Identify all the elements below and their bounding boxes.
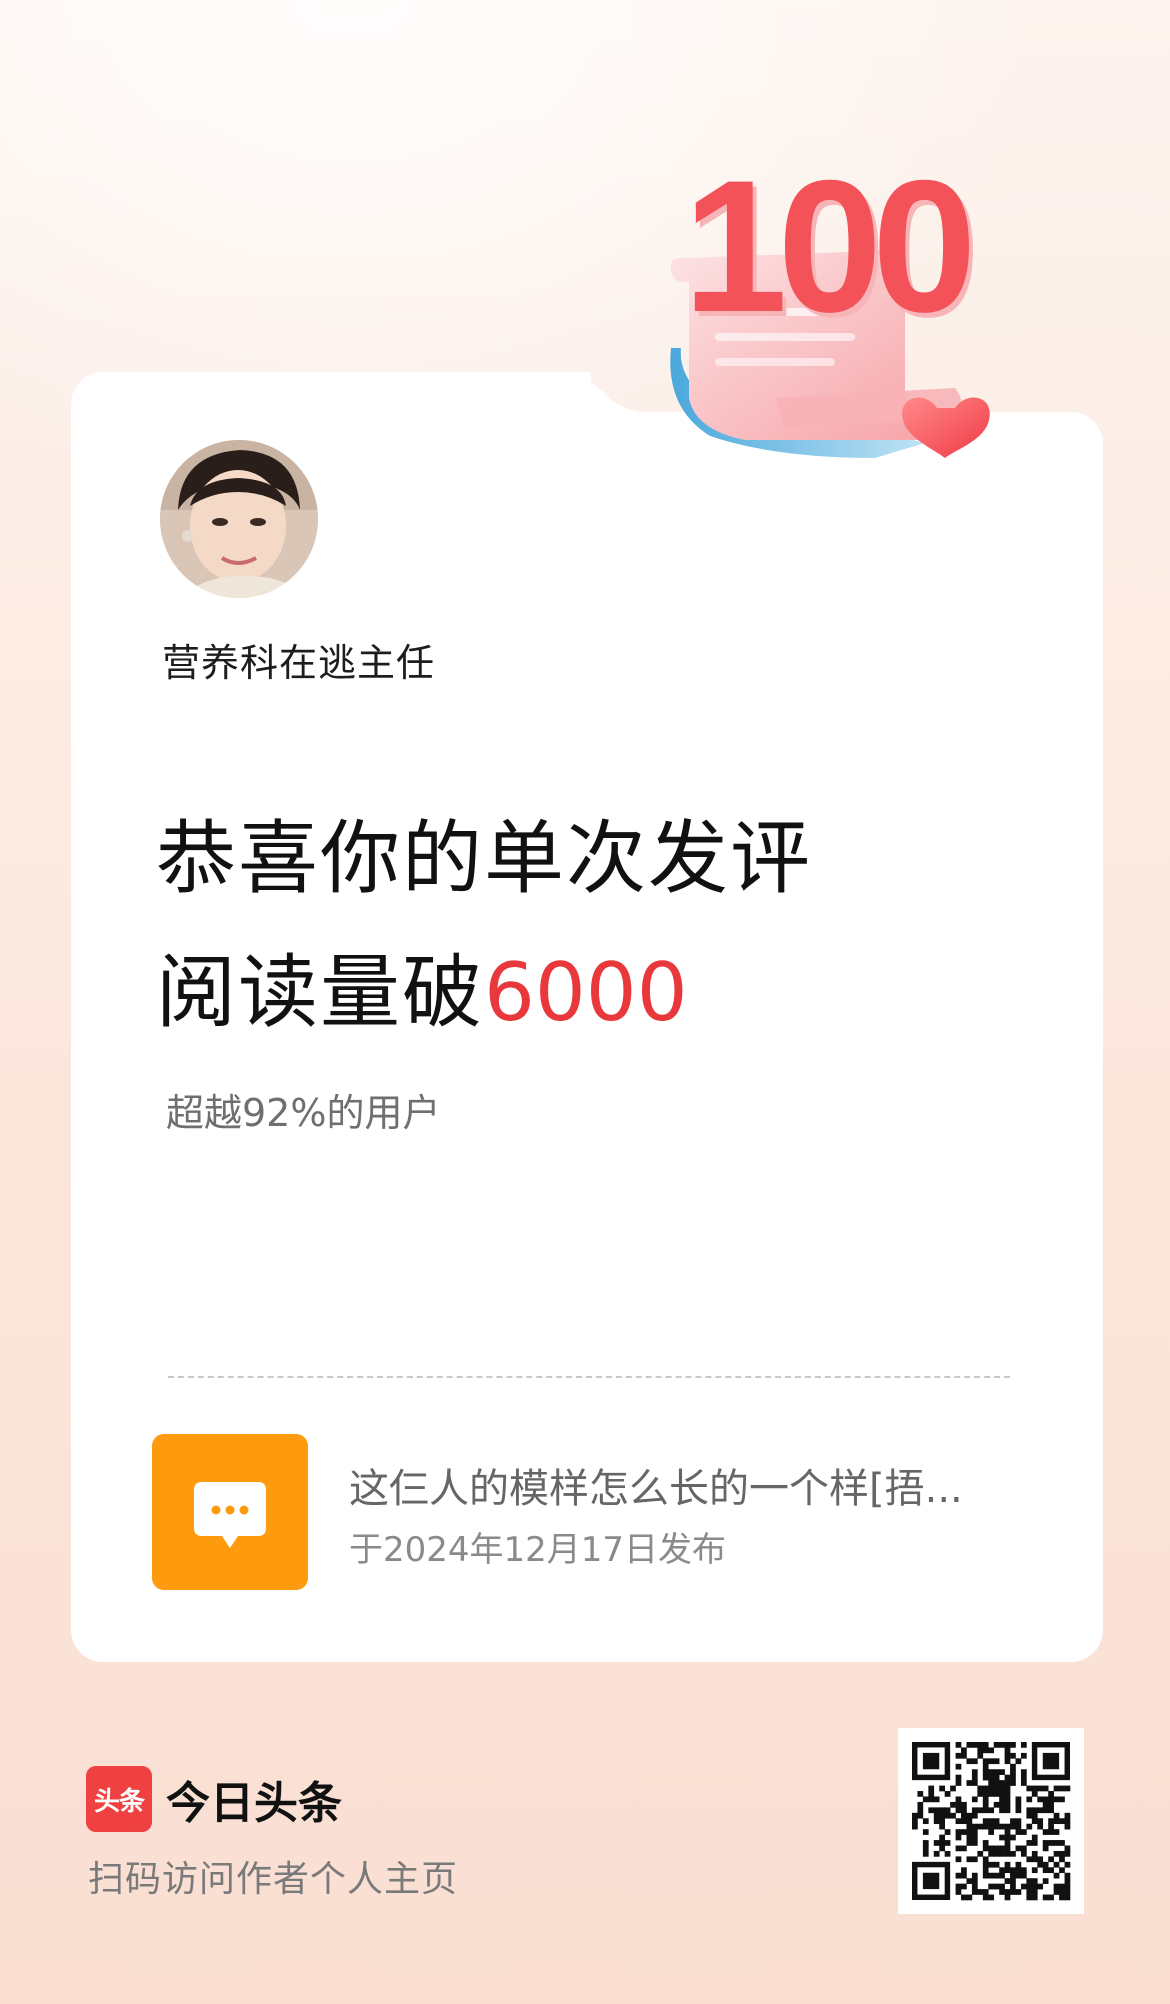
comment-bubble-icon <box>194 1482 266 1548</box>
dashed-divider <box>168 1376 1010 1378</box>
scan-instruction: 扫码访问作者个人主页 <box>88 1859 459 1900</box>
avatar[interactable] <box>160 440 318 598</box>
author-name[interactable]: 营养科在逃主任 <box>162 632 435 687</box>
headline: 恭喜你的单次发评 阅读量破6000 <box>156 792 812 1060</box>
toutiao-logo-icon: 头条 <box>86 1766 152 1832</box>
avatar-portrait-icon <box>160 440 318 598</box>
headline-line-2: 阅读量破6000 <box>156 926 812 1060</box>
headline-line-1: 恭喜你的单次发评 <box>156 812 812 905</box>
qr-code-icon <box>912 1742 1071 1901</box>
post-title[interactable]: 这仨人的模样怎么长的一个样[捂... <box>349 1456 989 1514</box>
post-date: 于2024年12月17日发布 <box>349 1530 727 1570</box>
read-count: 6000 <box>484 946 688 1039</box>
percentile-text: 超越92%的用户 <box>166 1091 441 1135</box>
headline-line-2-prefix: 阅读量破 <box>156 946 484 1039</box>
milestone-badge: 100 <box>655 152 1015 473</box>
brand: 头条 今日头条 <box>86 1766 342 1832</box>
qr-code[interactable] <box>898 1728 1084 1914</box>
brand-name: 今日头条 <box>166 1778 342 1829</box>
badge-number: 100 <box>683 141 977 351</box>
post-thumbnail[interactable] <box>152 1434 308 1590</box>
